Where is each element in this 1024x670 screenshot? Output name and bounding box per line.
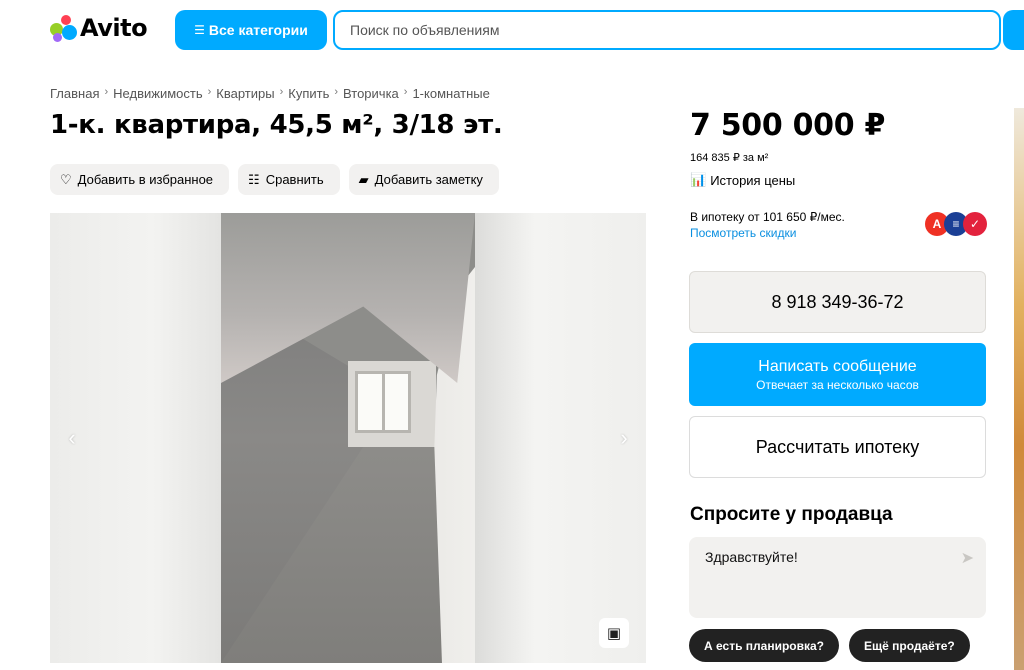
- gallery-next-arrow[interactable]: ›: [604, 213, 644, 663]
- breadcrumb-item[interactable]: Купить: [288, 86, 329, 101]
- mortgage-discounts-link[interactable]: Посмотреть скидки: [690, 225, 845, 241]
- price-per-m2: 164 835 ₽ за м²: [690, 152, 769, 164]
- listing-title: 1-к. квартира, 45,5 м², 3/18 эт.: [50, 110, 503, 140]
- header: Avito ☰ Все категории Поиск по объявлени…: [0, 0, 1024, 62]
- add-favorite-button[interactable]: ♡ Добавить в избранное: [50, 164, 230, 195]
- note-icon: ▰: [358, 171, 369, 187]
- logo-text: Avito: [80, 14, 148, 42]
- heart-icon: ♡: [60, 171, 72, 187]
- price: 7 500 000 ₽: [690, 108, 886, 143]
- mortgage-text: В ипотеку от 101 650 ₽/мес.: [690, 210, 845, 224]
- search-icon: ☰: [194, 23, 205, 37]
- breadcrumb-sep: ›: [104, 86, 109, 98]
- all-categories-button[interactable]: ☰ Все категории: [175, 10, 327, 50]
- breadcrumb-sep: ›: [334, 86, 339, 98]
- ask-seller-text: Здравствуйте!: [705, 549, 798, 565]
- breadcrumb-item[interactable]: Квартиры: [216, 86, 274, 101]
- price-history-link[interactable]: 📊 История цены: [690, 172, 795, 188]
- avito-logo[interactable]: Avito: [50, 14, 148, 42]
- ask-seller-title: Спросите у продавца: [690, 504, 893, 525]
- compare-label: Сравнить: [265, 172, 324, 187]
- search-placeholder: Поиск по объявлениям: [350, 22, 500, 38]
- breadcrumb-item[interactable]: Главная: [50, 86, 99, 101]
- photo-gallery[interactable]: ▣: [50, 213, 646, 663]
- breadcrumb-sep: ›: [403, 86, 408, 98]
- gallery-main-photo[interactable]: [221, 213, 475, 663]
- add-note-button[interactable]: ▰ Добавить заметку: [348, 164, 499, 195]
- write-message-label: Написать сообщение: [758, 357, 917, 375]
- compare-icon: ☷: [248, 171, 260, 187]
- bank-icon: ✓: [963, 212, 987, 236]
- add-favorite-label: Добавить в избранное: [77, 172, 214, 187]
- search-input[interactable]: Поиск по объявлениям: [333, 10, 1001, 50]
- breadcrumb-item[interactable]: Недвижимость: [113, 86, 202, 101]
- quick-question-chip[interactable]: Ещё продаёте?: [849, 629, 970, 662]
- calculate-mortgage-button[interactable]: Рассчитать ипотеку: [689, 416, 986, 478]
- search-button[interactable]: [1003, 10, 1024, 50]
- compare-button[interactable]: ☷ Сравнить: [238, 164, 340, 195]
- breadcrumb-item[interactable]: Вторичка: [343, 86, 399, 101]
- advertisement-banner[interactable]: [1014, 108, 1024, 670]
- response-time-label: Отвечает за несколько часов: [756, 377, 919, 392]
- window-photo-detail: [355, 371, 411, 433]
- quick-question-chip[interactable]: А есть планировка?: [689, 629, 839, 662]
- ask-seller-input[interactable]: Здравствуйте! ➤: [689, 537, 986, 618]
- send-icon[interactable]: ➤: [961, 548, 974, 568]
- quick-questions: А есть планировка? Ещё продаёте?: [689, 629, 970, 662]
- gallery-prev-arrow[interactable]: ‹: [52, 213, 92, 663]
- mortgage-info: В ипотеку от 101 650 ₽/мес. Посмотреть с…: [690, 209, 845, 241]
- add-note-label: Добавить заметку: [374, 172, 483, 187]
- all-categories-label: Все категории: [208, 22, 308, 38]
- write-message-button[interactable]: Написать сообщение Отвечает за несколько…: [689, 343, 986, 406]
- breadcrumb: Главная › Недвижимость › Квартиры › Купить ›…: [50, 86, 490, 101]
- listing-actions: ♡ Добавить в избранное ☷ Сравнить ▰ Доба…: [50, 164, 499, 195]
- chart-icon: 📊: [690, 172, 707, 187]
- bank-logos: А ≡ ✓: [925, 212, 987, 236]
- price-history-label: История цены: [710, 172, 796, 188]
- breadcrumb-sep: ›: [279, 86, 284, 98]
- breadcrumb-sep: ›: [207, 86, 212, 98]
- phone-button[interactable]: 8 918 349-36-72: [689, 271, 986, 333]
- logo-dots-icon: [50, 14, 78, 42]
- breadcrumb-item[interactable]: 1-комнатные: [412, 86, 489, 101]
